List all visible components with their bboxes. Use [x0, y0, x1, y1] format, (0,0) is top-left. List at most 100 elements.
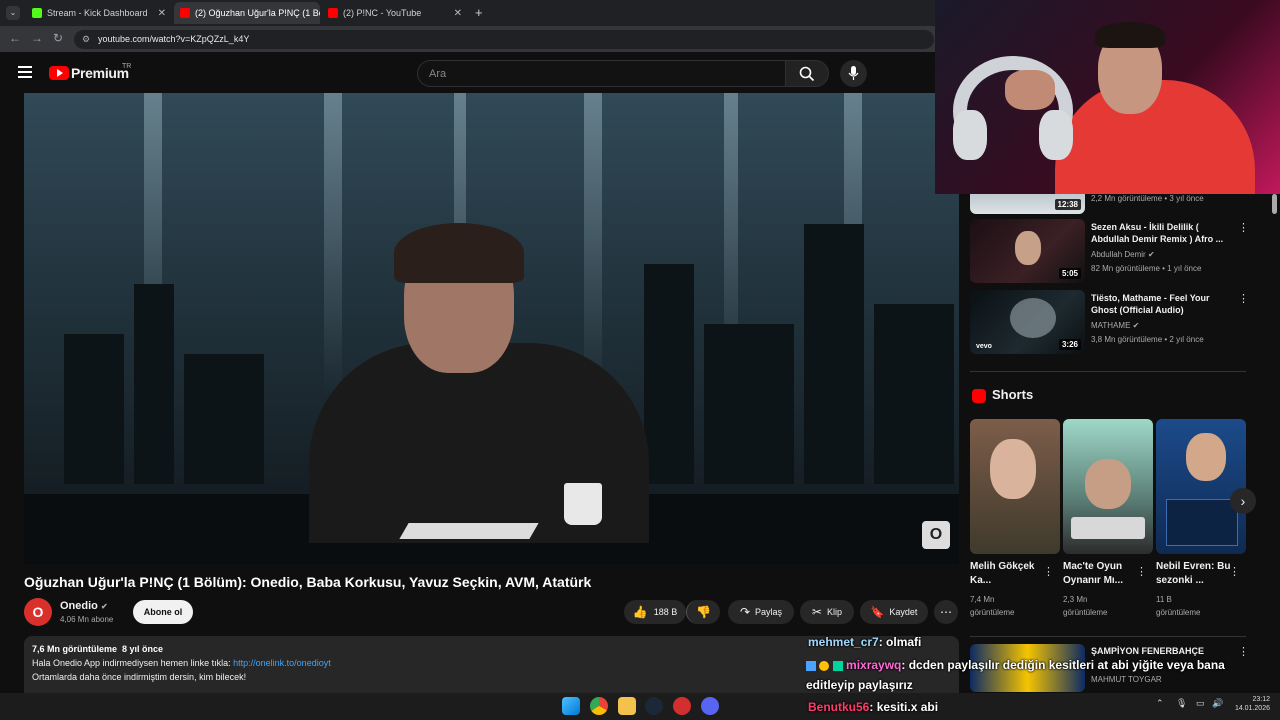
new-tab-button[interactable]: +	[475, 5, 483, 20]
recommendation-title[interactable]: Tiësto, Mathame - Feel Your Ghost (Offic…	[1091, 292, 1231, 316]
clip-button[interactable]: ✂ Klip	[800, 600, 854, 624]
tab-close-icon[interactable]: ✕	[450, 8, 462, 19]
share-button[interactable]: ↷ Paylaş	[728, 600, 794, 624]
shorts-heading: Shorts	[992, 387, 1034, 402]
chrome-icon[interactable]	[590, 697, 608, 715]
divider	[970, 371, 1246, 372]
steam-icon[interactable]	[645, 697, 663, 715]
recommendation-item[interactable]: 12:38 2,2 Mn görüntüleme • 3 yıl önce	[970, 194, 1246, 214]
recommendation-title[interactable]: ŞAMPİYON FENERBAHÇE	[1091, 646, 1204, 656]
recommendation-channel[interactable]: Abdullah Demir ✔	[1091, 250, 1155, 259]
video-title: Oğuzhan Uğur'la P!NÇ (1 Bölüm): Onedio, …	[24, 574, 592, 590]
more-vertical-icon[interactable]: ⋮	[1238, 645, 1249, 658]
more-actions-button[interactable]: ⋯	[934, 600, 958, 624]
kick-favicon-icon	[32, 8, 42, 18]
verified-badge-icon: ✔	[1147, 250, 1155, 259]
thumbs-down-icon: 👎	[696, 605, 711, 619]
short-thumbnail[interactable]	[1156, 419, 1246, 554]
sidebar-scrollbar[interactable]	[1272, 194, 1277, 214]
youtube-favicon-icon	[180, 8, 190, 18]
windows-start-icon[interactable]	[562, 697, 580, 715]
chat-message-continuation: editleyip paylaşırız	[806, 678, 913, 692]
tab-search-icon[interactable]: ⌄	[6, 6, 20, 20]
discord-icon[interactable]	[701, 697, 719, 715]
short-title[interactable]: Melih Gökçek Ka...	[970, 560, 1048, 588]
subscribe-button[interactable]: Abone ol	[133, 600, 193, 624]
share-arrow-icon: ↷	[739, 605, 751, 619]
shorts-logo-icon	[972, 389, 986, 403]
volume-icon[interactable]: 🔊	[1212, 698, 1223, 709]
tab-kick-dashboard[interactable]: Stream - Kick Dashboard ✕	[26, 2, 172, 24]
network-icon[interactable]: ▭	[1196, 698, 1205, 709]
recommendation-channel[interactable]: MAHMUT TOYGAR	[1091, 675, 1162, 684]
windows-taskbar	[0, 693, 1280, 720]
more-vertical-icon[interactable]: ⋮	[1043, 565, 1054, 578]
tab-close-icon[interactable]: ✕	[154, 8, 166, 19]
file-explorer-icon[interactable]	[618, 697, 636, 715]
voice-search-button[interactable]	[840, 60, 867, 87]
more-vertical-icon[interactable]: ⋮	[1238, 292, 1249, 305]
back-arrow-icon[interactable]: ←	[9, 31, 21, 45]
like-button[interactable]: 👍 188 B	[624, 600, 686, 624]
duration-badge: 3:26	[1058, 339, 1081, 350]
hamburger-menu-icon[interactable]	[18, 66, 32, 78]
subscriber-count: 4,06 Mn abone	[60, 615, 114, 624]
app-icon[interactable]	[673, 697, 691, 715]
chat-message: mehmet_cr7: olmafi	[808, 635, 922, 649]
recommendation-channel[interactable]: MATHAME ✔	[1091, 321, 1139, 330]
short-thumbnail[interactable]	[970, 419, 1060, 554]
short-thumbnail[interactable]	[1063, 419, 1153, 554]
duration-badge: 12:38	[1054, 199, 1081, 210]
recommendation-item[interactable]: vevo 3:26 Tiësto, Mathame - Feel Your Gh…	[970, 290, 1249, 354]
short-title[interactable]: Mac'te Oyun Oynanır Mı...	[1063, 560, 1141, 588]
chat-message: Benutku56: kesiti.x abi	[808, 700, 939, 714]
vevo-logo: vevo	[976, 343, 992, 350]
region-code: TR	[122, 63, 132, 70]
more-vertical-icon[interactable]: ⋮	[1238, 221, 1249, 234]
video-thumbnail[interactable]: vevo 3:26	[970, 290, 1085, 354]
forward-arrow-icon[interactable]: →	[31, 31, 43, 45]
site-info-icon[interactable]: ⚙	[82, 30, 90, 49]
save-button[interactable]: 🔖 Kaydet	[860, 600, 928, 624]
search-icon	[799, 66, 815, 82]
system-clock[interactable]: 23:12 14.01.2026	[1228, 695, 1270, 713]
chevron-up-icon[interactable]: ⌃	[1156, 698, 1164, 709]
microphone-icon[interactable]: 🎙	[1176, 698, 1187, 709]
duration-badge: 5:05	[1058, 268, 1081, 279]
more-vertical-icon[interactable]: ⋮	[1136, 565, 1147, 578]
more-vertical-icon[interactable]: ⋮	[1229, 565, 1240, 578]
video-thumbnail[interactable]: 12:38	[970, 194, 1085, 214]
scissors-icon: ✂	[811, 605, 823, 619]
search-input[interactable]: Ara	[417, 60, 786, 87]
onedio-watermark-icon: O	[922, 521, 950, 549]
channel-name[interactable]: Onedio ✔	[60, 600, 108, 612]
search-button[interactable]	[785, 60, 829, 87]
youtube-premium-logo[interactable]: Premium	[71, 65, 129, 81]
dislike-button[interactable]: 👎	[686, 600, 720, 624]
bookmark-icon: 🔖	[870, 606, 885, 619]
microphone-icon	[848, 66, 859, 80]
badge-icon	[806, 660, 816, 671]
reload-icon[interactable]: ↻	[53, 31, 63, 45]
tab-youtube-video[interactable]: (2) Oğuzhan Uğur'la P!NÇ (1 Bö ✕	[174, 2, 320, 24]
divider	[970, 636, 1246, 637]
recommendation-title[interactable]: Sezen Aksu - İkili Delilik ( Abdullah De…	[1091, 221, 1231, 245]
badge-icon	[832, 660, 843, 671]
more-horizontal-icon: ⋯	[940, 605, 952, 619]
chat-message: mixraywq: dcden paylaşılır dediğin kesit…	[806, 658, 1225, 672]
recommendation-item[interactable]: 5:05 Sezen Aksu - İkili Delilik ( Abdull…	[970, 219, 1249, 283]
coffee-cup	[564, 483, 602, 525]
chevron-right-icon: ›	[1240, 493, 1246, 509]
channel-avatar[interactable]: O	[24, 598, 52, 626]
video-thumbnail[interactable]: 5:05	[970, 219, 1085, 283]
short-title[interactable]: Nebil Evren: Bu sezonki ...	[1156, 560, 1234, 588]
tab-pinc-youtube[interactable]: (2) P!NC - YouTube ✕	[322, 2, 468, 24]
youtube-favicon-icon	[328, 8, 338, 18]
verified-badge-icon: ✔	[100, 602, 108, 611]
address-bar[interactable]: ⚙ youtube.com/watch?v=KZpQZzL_k4Y	[74, 30, 934, 49]
description-link[interactable]: http://onelink.to/onedioyt	[233, 658, 331, 668]
video-player[interactable]: O	[24, 93, 959, 564]
shorts-next-button[interactable]: ›	[1230, 488, 1256, 514]
verified-badge-icon: ✔	[1132, 321, 1140, 330]
youtube-logo-icon[interactable]	[49, 66, 69, 80]
